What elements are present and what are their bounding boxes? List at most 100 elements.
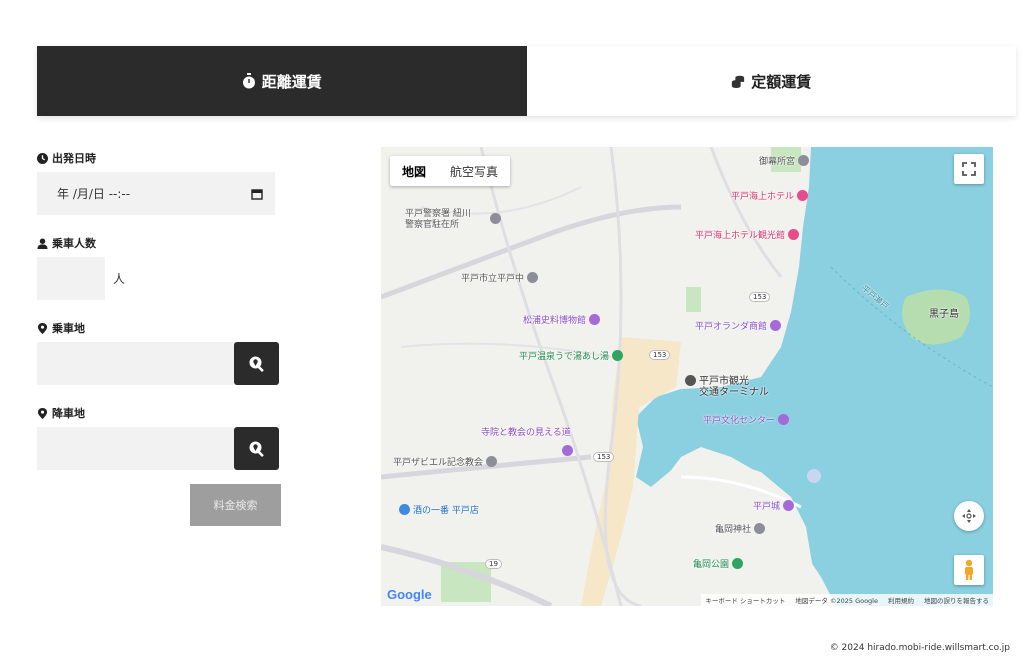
map-label[interactable]: 平戸市立平戸中 xyxy=(461,271,539,284)
map-type-satellite-button[interactable]: 航空写真 xyxy=(438,156,510,186)
map-label-text: 松浦史料博物館 xyxy=(523,316,587,326)
map-label[interactable]: 平戸市観光 交通ターミナル xyxy=(685,375,769,398)
tab-fixed-fare[interactable]: 定額運賃 xyxy=(526,46,1016,116)
terms-link[interactable]: 利用規約 xyxy=(888,595,914,605)
route-shield: 153 xyxy=(749,292,771,302)
dropoff-search-button[interactable] xyxy=(234,427,279,470)
passengers-label-text: 乗車人数 xyxy=(52,237,96,250)
map-label-text: 平戸オランダ商館 xyxy=(695,322,768,332)
departure-label: 出発日時 xyxy=(37,150,287,166)
map-label-text: 交通ターミナル xyxy=(699,387,769,398)
route-number: 153 xyxy=(597,453,611,461)
map-label-text: 御幕所宮 xyxy=(759,157,796,167)
map-label-text: 平戸市立平戸中 xyxy=(461,274,525,284)
castle-icon xyxy=(783,500,795,511)
map-label-text: 平戸文化センター xyxy=(703,416,776,426)
keyboard-shortcuts-link[interactable]: キーボード ショートカット xyxy=(705,595,785,605)
map-type-map-button[interactable]: 地図 xyxy=(390,156,438,186)
copyright: © 2024 hirado.mobi-ride.willsmart.co.jp xyxy=(829,643,1010,653)
map-label-text: 平戸温泉うで湯あし湯 xyxy=(519,352,610,362)
landmark-icon xyxy=(778,414,790,425)
map-label[interactable]: 黒子島 xyxy=(929,305,959,320)
departure-datetime-value: 年 /月/日 --:-- xyxy=(57,187,131,201)
map-footer: キーボード ショートカット 地図データ ©2025 Google 利用規約 地図… xyxy=(701,594,993,606)
bus-terminal-icon xyxy=(685,375,696,386)
shop-icon xyxy=(399,504,410,515)
dropoff-row xyxy=(37,427,287,470)
pickup-input[interactable] xyxy=(37,342,234,385)
dropoff-label-text: 降車地 xyxy=(52,407,85,420)
tab-distance-fare[interactable]: 距離運賃 xyxy=(37,46,527,116)
parking-icon xyxy=(807,469,821,483)
google-logo-text: Google xyxy=(387,587,432,602)
school-icon xyxy=(527,272,539,283)
map-label[interactable]: 平戸海上ホテル観光館 xyxy=(695,228,800,241)
map-label[interactable]: 寺院と教会の見える道 xyxy=(481,425,571,438)
calendar-icon[interactable] xyxy=(251,188,263,200)
map-label[interactable]: 平戸文化センター xyxy=(703,413,790,426)
clock-icon xyxy=(37,152,48,164)
museum-icon xyxy=(770,320,782,331)
coins-icon xyxy=(732,75,745,88)
fullscreen-button[interactable] xyxy=(954,154,984,184)
church-icon xyxy=(486,456,498,467)
search-location-icon xyxy=(249,356,264,372)
fullscreen-icon xyxy=(962,162,976,176)
passengers-unit: 人 xyxy=(113,272,126,286)
map-label-text: 酒の一番 平戸店 xyxy=(413,506,479,516)
map-label[interactable]: 平戸警察署 紐川 警察官駐在所 xyxy=(405,209,471,231)
map-label-text: 黒子島 xyxy=(929,309,959,320)
person-icon xyxy=(37,237,48,249)
park-icon xyxy=(732,558,744,569)
tab-fixed-label: 定額運賃 xyxy=(751,72,812,91)
map-label-text: 平戸海上ホテル観光館 xyxy=(695,231,786,241)
police-icon xyxy=(490,213,501,224)
passengers-input[interactable] xyxy=(37,257,105,300)
map-label-text: 寺院と教会の見える道 xyxy=(481,428,571,438)
dropoff-input[interactable] xyxy=(37,427,234,470)
fare-search-button[interactable]: 料金検索 xyxy=(190,484,281,526)
museum-icon xyxy=(589,314,601,325)
map-label-text: 平戸城 xyxy=(753,502,781,512)
route-number: 153 xyxy=(753,293,767,301)
map-label[interactable]: 平戸温泉うで湯あし湯 xyxy=(519,349,624,362)
route-shield: 19 xyxy=(485,559,502,569)
pickup-search-button[interactable] xyxy=(234,342,279,385)
map-label[interactable]: 御幕所宮 xyxy=(759,154,810,167)
pickup-label-text: 乗車地 xyxy=(52,322,85,335)
report-error-link[interactable]: 地図の誤りを報告する xyxy=(924,595,989,605)
map-label[interactable]: 酒の一番 平戸店 xyxy=(399,503,479,516)
map-label[interactable]: 平戸オランダ商館 xyxy=(695,319,782,332)
camera-control-button[interactable] xyxy=(954,501,984,531)
map[interactable]: 地図 航空写真 御幕所宮 平戸海上ホテル 平戸海上ホテル観光館 平戸警察署 紐川… xyxy=(381,147,993,606)
stopwatch-icon xyxy=(242,73,255,89)
search-location-icon xyxy=(249,441,264,457)
map-label-text: 平戸海上ホテル xyxy=(731,192,795,202)
poi-marker-icon xyxy=(798,155,810,166)
hotel-icon xyxy=(788,229,800,240)
google-logo: Google xyxy=(387,587,432,602)
move-arrows-icon xyxy=(962,509,976,523)
map-label[interactable]: 平戸城 xyxy=(753,499,795,512)
map-pin-icon xyxy=(37,322,48,334)
hotel-icon xyxy=(797,190,809,201)
route-shield: 153 xyxy=(649,350,671,360)
street-view-pegman[interactable] xyxy=(954,555,984,585)
map-pin-icon xyxy=(37,407,48,419)
passengers-row: 人 xyxy=(37,257,287,300)
map-label[interactable]: 平戸ザビエル記念教会 xyxy=(393,455,498,468)
route-number: 19 xyxy=(489,560,498,568)
map-label[interactable]: 亀岡公園 xyxy=(693,557,744,570)
map-label-text: 亀岡公園 xyxy=(693,560,730,570)
map-label[interactable]: 亀岡神社 xyxy=(715,522,766,535)
pegman-icon xyxy=(965,559,973,580)
fare-type-tabs: 距離運賃 定額運賃 xyxy=(37,46,1016,116)
map-data-attribution: 地図データ ©2025 Google xyxy=(795,597,878,605)
departure-datetime-input[interactable]: 年 /月/日 --:-- xyxy=(37,172,275,215)
map-label[interactable]: 松浦史料博物館 xyxy=(523,313,601,326)
map-label-text: 亀岡神社 xyxy=(715,525,752,535)
dropoff-label: 降車地 xyxy=(37,405,287,421)
map-label[interactable]: 平戸海上ホテル xyxy=(731,189,809,202)
map-label-text: 平戸市観光 xyxy=(699,376,749,387)
pickup-row xyxy=(37,342,287,385)
